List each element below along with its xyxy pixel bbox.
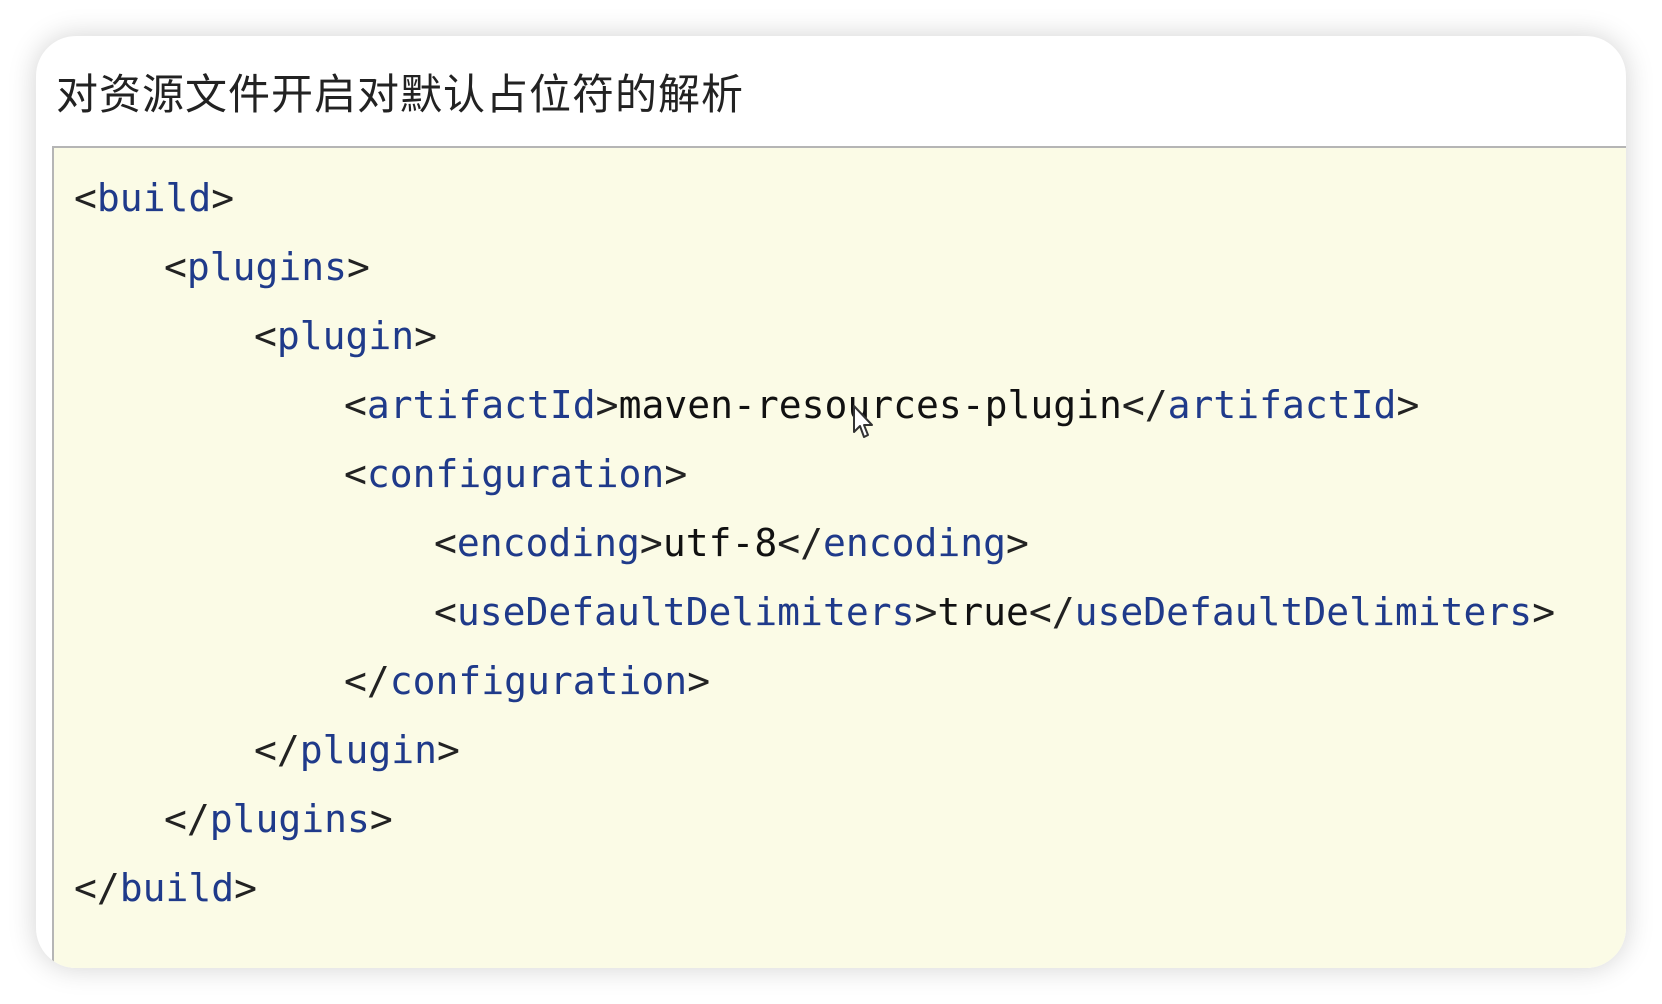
code-line-plugins-close: </plugins> bbox=[164, 789, 393, 849]
close-bracket: > bbox=[687, 659, 711, 703]
close-bracket: > bbox=[211, 176, 235, 220]
end-tag-name: artifactId bbox=[1167, 383, 1397, 427]
code-block: <build> <plugins> <plugin> <artifactId>m… bbox=[52, 146, 1626, 968]
open-bracket: < bbox=[74, 176, 97, 220]
tag-name: plugins bbox=[186, 245, 348, 289]
mouse-pointer-icon bbox=[853, 405, 873, 438]
close-bracket: > bbox=[414, 314, 438, 358]
code-line-encoding: <encoding>utf-8</encoding> bbox=[434, 513, 1029, 573]
code-line-artifactid: <artifactId>maven-resources-plugin</arti… bbox=[344, 375, 1419, 435]
end-open-bracket: </ bbox=[777, 521, 823, 565]
mid-bracket: > bbox=[595, 383, 619, 427]
open-bracket: < bbox=[434, 521, 457, 565]
open-bracket: </ bbox=[74, 866, 120, 910]
tag-name: artifactId bbox=[366, 383, 596, 427]
mid-bracket: > bbox=[639, 521, 663, 565]
end-tag-name: useDefaultDelimiters bbox=[1074, 590, 1533, 634]
code-line-configuration-close: </configuration> bbox=[344, 651, 710, 711]
end-open-bracket: </ bbox=[1121, 383, 1168, 427]
tag-name: build bbox=[119, 866, 235, 910]
code-line-configuration-open: <configuration> bbox=[344, 444, 687, 504]
tag-name: plugins bbox=[209, 797, 370, 841]
open-bracket: </ bbox=[254, 728, 300, 772]
end-tag-name: encoding bbox=[822, 521, 1006, 565]
tag-name: encoding bbox=[456, 521, 640, 565]
end-open-bracket: </ bbox=[1028, 590, 1075, 634]
tag-name: plugin bbox=[276, 314, 415, 358]
tag-name: build bbox=[96, 176, 212, 220]
section-heading: 对资源文件开启对默认占位符的解析 bbox=[56, 70, 745, 119]
close-bracket: > bbox=[1396, 383, 1420, 427]
mid-bracket: > bbox=[914, 590, 938, 634]
document-card: 对资源文件开启对默认占位符的解析 <build> <plugins> <plug… bbox=[36, 36, 1626, 968]
code-line-usedefaultdelimiters: <useDefaultDelimiters>true</useDefaultDe… bbox=[434, 582, 1555, 642]
tag-name: useDefaultDelimiters bbox=[456, 590, 915, 634]
close-bracket: > bbox=[437, 728, 460, 772]
code-line-build-close: </build> bbox=[74, 858, 257, 918]
element-value: true bbox=[937, 590, 1029, 634]
close-bracket: > bbox=[1006, 521, 1029, 565]
code-line-build-open: <build> bbox=[74, 168, 234, 228]
close-bracket: > bbox=[347, 245, 370, 289]
close-bracket: > bbox=[234, 866, 258, 910]
open-bracket: < bbox=[434, 590, 457, 634]
open-bracket: < bbox=[164, 245, 187, 289]
code-line-plugins-open: <plugins> bbox=[164, 237, 370, 297]
open-bracket: </ bbox=[344, 659, 390, 703]
open-bracket: < bbox=[254, 314, 277, 358]
tag-name: plugin bbox=[299, 728, 438, 772]
open-bracket: < bbox=[344, 383, 367, 427]
element-value: utf-8 bbox=[662, 521, 778, 565]
close-bracket: > bbox=[369, 797, 393, 841]
code-line-plugin-open: <plugin> bbox=[254, 306, 437, 366]
open-bracket: < bbox=[344, 452, 367, 496]
close-bracket: > bbox=[1532, 590, 1556, 634]
code-line-plugin-close: </plugin> bbox=[254, 720, 460, 780]
tag-name: configuration bbox=[366, 452, 665, 496]
tag-name: configuration bbox=[389, 659, 688, 703]
close-bracket: > bbox=[664, 452, 688, 496]
open-bracket: </ bbox=[164, 797, 210, 841]
